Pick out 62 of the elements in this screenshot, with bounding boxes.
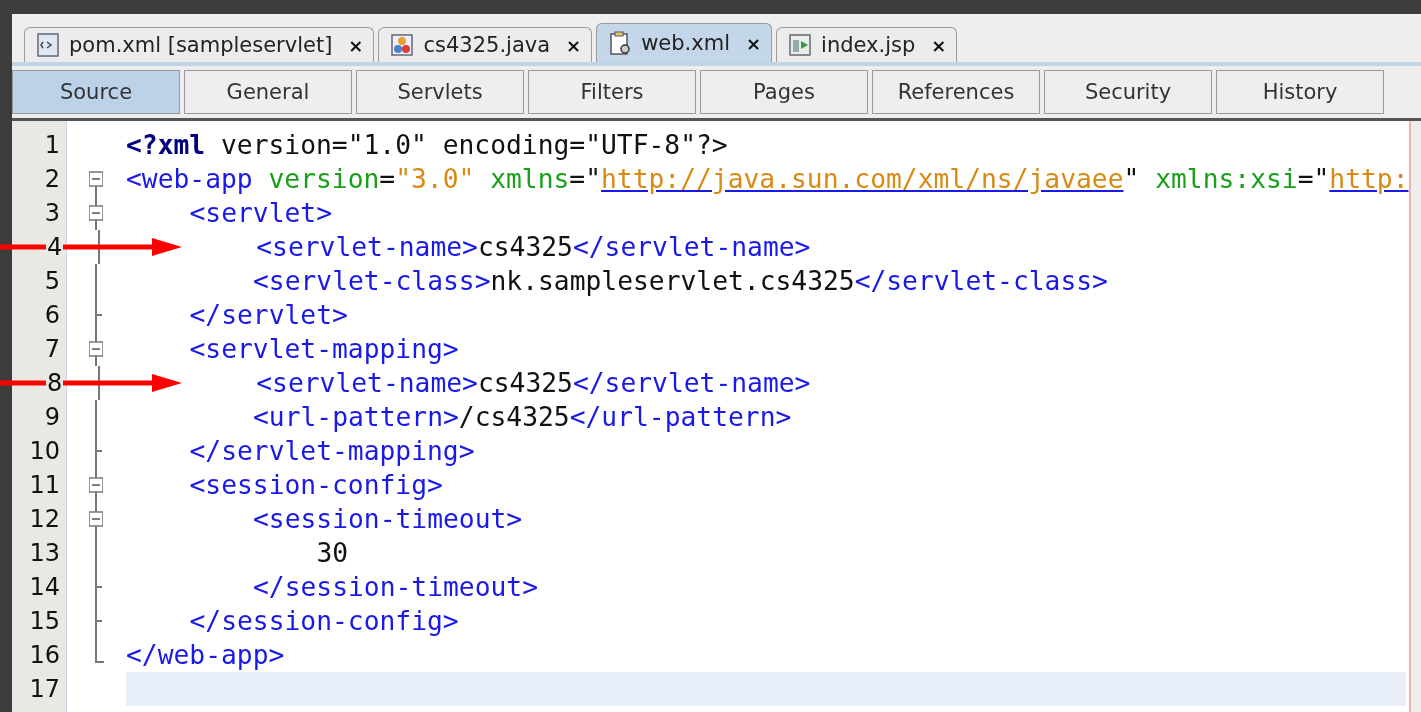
line-number: 6 <box>43 301 60 329</box>
class-file-icon <box>389 32 416 58</box>
view-tab[interactable]: Servlets <box>356 70 524 114</box>
code-line: 30 <box>316 538 349 568</box>
fold-collapse-icon[interactable] <box>89 468 103 502</box>
code-line: </web-app> <box>126 640 285 670</box>
xml-file-icon <box>35 32 61 58</box>
line-number: 5 <box>43 267 60 295</box>
file-tab-label: index.jsp <box>821 33 916 57</box>
line-number: 12 <box>28 505 60 533</box>
fold-end-icon <box>95 298 103 332</box>
line-number: 3 <box>43 199 60 227</box>
view-tab[interactable]: References <box>872 70 1040 114</box>
close-icon[interactable]: × <box>566 34 582 56</box>
line-number: 17 <box>28 675 60 703</box>
line-number: 14 <box>28 573 60 601</box>
close-icon[interactable]: × <box>746 32 762 54</box>
file-tab[interactable]: index.jsp × <box>776 27 958 62</box>
view-tab[interactable]: Source <box>12 70 180 114</box>
jsp-file-icon <box>787 32 814 58</box>
code-line: <url-pattern>/cs4325</url-pattern> <box>253 402 792 432</box>
line-number: 1 <box>43 131 60 159</box>
file-tab-label: cs4325.java <box>423 33 551 57</box>
code-line: <servlet-mapping> <box>189 334 459 364</box>
fold-guide-line <box>95 536 97 570</box>
line-number: 16 <box>28 641 60 669</box>
file-tab[interactable]: web.xml × <box>596 23 773 62</box>
code-line: <web-app version="3.0" xmlns="http://java.sun.com/xml/ns/javaee" xmlns:xsi="http: <box>126 164 1409 194</box>
line-number: 7 <box>43 335 60 363</box>
file-tab-label: pom.xml [sampleservlet] <box>69 33 333 57</box>
view-tab[interactable]: History <box>1216 70 1384 114</box>
fold-collapse-icon[interactable] <box>89 502 103 536</box>
code-line: <?xml version="1.0" encoding="UTF-8"?> <box>126 130 728 160</box>
view-tab[interactable]: Security <box>1044 70 1212 114</box>
line-number: 13 <box>28 539 60 567</box>
code-line: </servlet-mapping> <box>189 436 475 466</box>
code-line: <servlet> <box>189 198 332 228</box>
fold-end-icon <box>95 434 103 468</box>
line-number: 9 <box>43 403 60 431</box>
fold-collapse-icon[interactable] <box>89 196 103 230</box>
line-number: 15 <box>28 607 60 635</box>
code-line: </servlet> <box>189 300 348 330</box>
file-tab[interactable]: cs4325.java × <box>378 27 593 62</box>
code-line: <servlet-name>cs4325</servlet-name> <box>256 232 811 262</box>
line-number: 11 <box>28 471 60 499</box>
code-line: <servlet-name>cs4325</servlet-name> <box>256 368 811 398</box>
file-tab-label: web.xml <box>641 31 730 55</box>
close-icon[interactable]: × <box>931 34 947 56</box>
code-line: <session-config> <box>189 470 443 500</box>
code-line: <servlet-class>nk.sampleservlet.cs4325</servlet-class> <box>253 266 1108 296</box>
line-number: 10 <box>28 437 60 465</box>
close-icon[interactable]: × <box>348 34 364 56</box>
view-tab[interactable]: General <box>184 70 352 114</box>
code-line: </session-timeout> <box>253 572 538 602</box>
file-tab[interactable]: pom.xml [sampleservlet] × <box>24 27 375 62</box>
code-line: <session-timeout> <box>253 504 523 534</box>
view-tab[interactable]: Filters <box>528 70 696 114</box>
line-number: 2 <box>43 165 60 193</box>
code-line: </session-config> <box>189 606 459 636</box>
fold-end-icon <box>95 638 104 663</box>
fold-collapse-icon[interactable] <box>89 332 103 366</box>
view-tab[interactable]: Pages <box>700 70 868 114</box>
